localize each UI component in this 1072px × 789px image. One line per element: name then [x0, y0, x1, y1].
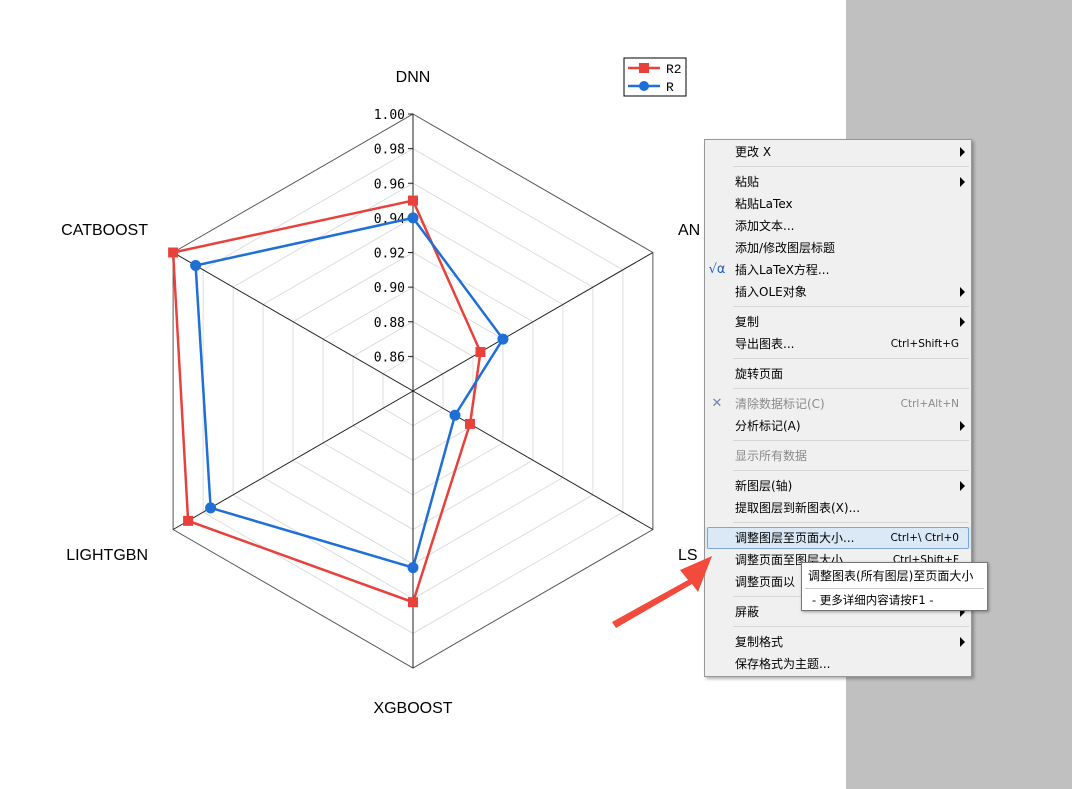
menu-item-6[interactable]: √α 插入LaTeX方程... [705, 259, 971, 281]
menu-separator [733, 388, 969, 389]
menu-item-14[interactable]: ✕ 清除数据标记(C) Ctrl+Alt+N [705, 393, 971, 415]
data-point-r2[interactable] [168, 247, 179, 258]
menu-tooltip: 调整图表(所有图层)至页面大小 - 更多详细内容请按F1 - [801, 562, 988, 611]
menu-item-label: 调整页面以 [735, 575, 796, 589]
menu-item-label: 添加文本... [735, 219, 795, 233]
clear-marker-icon: ✕ [711, 396, 723, 411]
menu-separator [733, 358, 969, 359]
menu-item-2[interactable]: 粘贴 [705, 171, 971, 193]
menu-separator [733, 166, 969, 167]
menu-item-4[interactable]: 添加文本... [705, 215, 971, 237]
menu-separator [733, 522, 969, 523]
menu-item-10[interactable]: 导出图表... Ctrl+Shift+G [705, 333, 971, 355]
legend-marker [639, 81, 649, 91]
menu-item-label: 复制 [735, 315, 760, 329]
legend-label-r2: R2 [666, 62, 682, 77]
axis-label-dnn: DNN [396, 69, 431, 86]
tooltip-divider [805, 588, 984, 589]
menu-item-label: 分析标记(A) [735, 419, 801, 433]
series-line-r[interactable] [194, 216, 505, 570]
menu-item-0[interactable]: 更改 X [705, 141, 971, 163]
axis-label-xgboost: XGBOOST [373, 700, 452, 717]
menu-item-15[interactable]: 分析标记(A) [705, 415, 971, 437]
menu-item-shortcut: Ctrl+Shift+G [890, 338, 959, 350]
legend-marker [639, 63, 649, 73]
submenu-arrow-icon [960, 481, 965, 491]
data-point-r2[interactable] [475, 347, 486, 358]
menu-separator [733, 470, 969, 471]
menu-item-label: 粘贴LaTex [735, 197, 793, 211]
sqrt-alpha-icon: √α [708, 262, 726, 277]
menu-item-label: 新图层(轴) [735, 479, 793, 493]
menu-item-20[interactable]: 提取图层到新图表(X)... [705, 497, 971, 519]
menu-item-3[interactable]: 粘贴LaTex [705, 193, 971, 215]
data-point-r2[interactable] [408, 195, 418, 206]
menu-item-label: 保存格式为主题... [735, 657, 831, 671]
menu-item-label: 插入OLE对象 [735, 285, 807, 299]
axis-label-lightgbn: LIGHTGBN [66, 547, 148, 564]
menu-item-label: 复制格式 [735, 635, 784, 649]
data-point-r2[interactable] [464, 418, 475, 429]
radar-tick-labels: 1.000.980.960.940.920.900.880.86 [374, 108, 413, 365]
menu-item-label: 插入LaTeX方程... [735, 263, 830, 277]
tick-label: 0.92 [374, 247, 405, 262]
menu-item-9[interactable]: 复制 [705, 311, 971, 333]
submenu-arrow-icon [960, 147, 965, 157]
legend-label-r: R [666, 80, 674, 95]
menu-separator [733, 306, 969, 307]
data-point-r2[interactable] [183, 515, 194, 526]
menu-item-label: 提取图层到新图表(X)... [735, 501, 861, 515]
submenu-arrow-icon [960, 637, 965, 647]
submenu-arrow-icon [960, 421, 965, 431]
axis-label-catboost: CATBOOST [61, 222, 148, 239]
tick-label: 0.88 [374, 316, 405, 331]
tick-label: 1.00 [374, 108, 405, 123]
axis-label-an: AN [678, 222, 700, 239]
data-point-r2[interactable] [408, 597, 418, 608]
tooltip-title: 调整图表(所有图层)至页面大小 [808, 569, 974, 583]
menu-item-label: 粘贴 [735, 175, 760, 189]
data-point-r[interactable] [449, 409, 461, 421]
submenu-arrow-icon [960, 287, 965, 297]
menu-item-7[interactable]: 插入OLE对象 [705, 281, 971, 303]
data-point-r[interactable] [190, 259, 202, 271]
menu-item-shortcut: Ctrl+Alt+N [900, 398, 959, 410]
radar-series[interactable] [168, 195, 509, 608]
tick-label: 0.98 [374, 143, 405, 158]
submenu-arrow-icon [960, 317, 965, 327]
menu-separator [733, 626, 969, 627]
data-point-r[interactable] [407, 562, 419, 574]
menu-item-19[interactable]: 新图层(轴) [705, 475, 971, 497]
data-point-r[interactable] [497, 333, 509, 345]
data-point-r[interactable] [407, 212, 419, 224]
menu-item-label: 导出图表... [735, 337, 795, 351]
menu-item-label: 清除数据标记(C) [735, 397, 825, 411]
menu-item-5[interactable]: 添加/修改图层标题 [705, 237, 971, 259]
menu-item-shortcut: Ctrl+\ Ctrl+0 [890, 532, 959, 544]
tick-label: 0.86 [374, 350, 405, 365]
menu-item-17[interactable]: 显示所有数据 [705, 445, 971, 467]
menu-separator [733, 440, 969, 441]
menu-item-label: 旋转页面 [735, 367, 784, 381]
menu-item-label: 调整图层至页面大小... [735, 531, 855, 545]
menu-item-label: 添加/修改图层标题 [735, 241, 836, 255]
menu-item-label: 更改 X [735, 145, 772, 159]
menu-item-29[interactable]: 保存格式为主题... [705, 653, 971, 675]
chart-legend[interactable]: R2 R [623, 57, 687, 97]
tooltip-hint: - 更多详细内容请按F1 - [812, 593, 934, 607]
tick-label: 0.96 [374, 177, 405, 192]
annotation-arrow-icon [612, 556, 712, 628]
tick-label: 0.90 [374, 281, 405, 296]
submenu-arrow-icon [960, 177, 965, 187]
menu-item-28[interactable]: 复制格式 [705, 631, 971, 653]
menu-item-label: 显示所有数据 [735, 449, 808, 463]
menu-item-22[interactable]: 调整图层至页面大小... Ctrl+\ Ctrl+0 [705, 527, 971, 549]
data-point-r[interactable] [205, 502, 217, 514]
menu-item-12[interactable]: 旋转页面 [705, 363, 971, 385]
menu-item-label: 屏蔽 [735, 605, 760, 619]
